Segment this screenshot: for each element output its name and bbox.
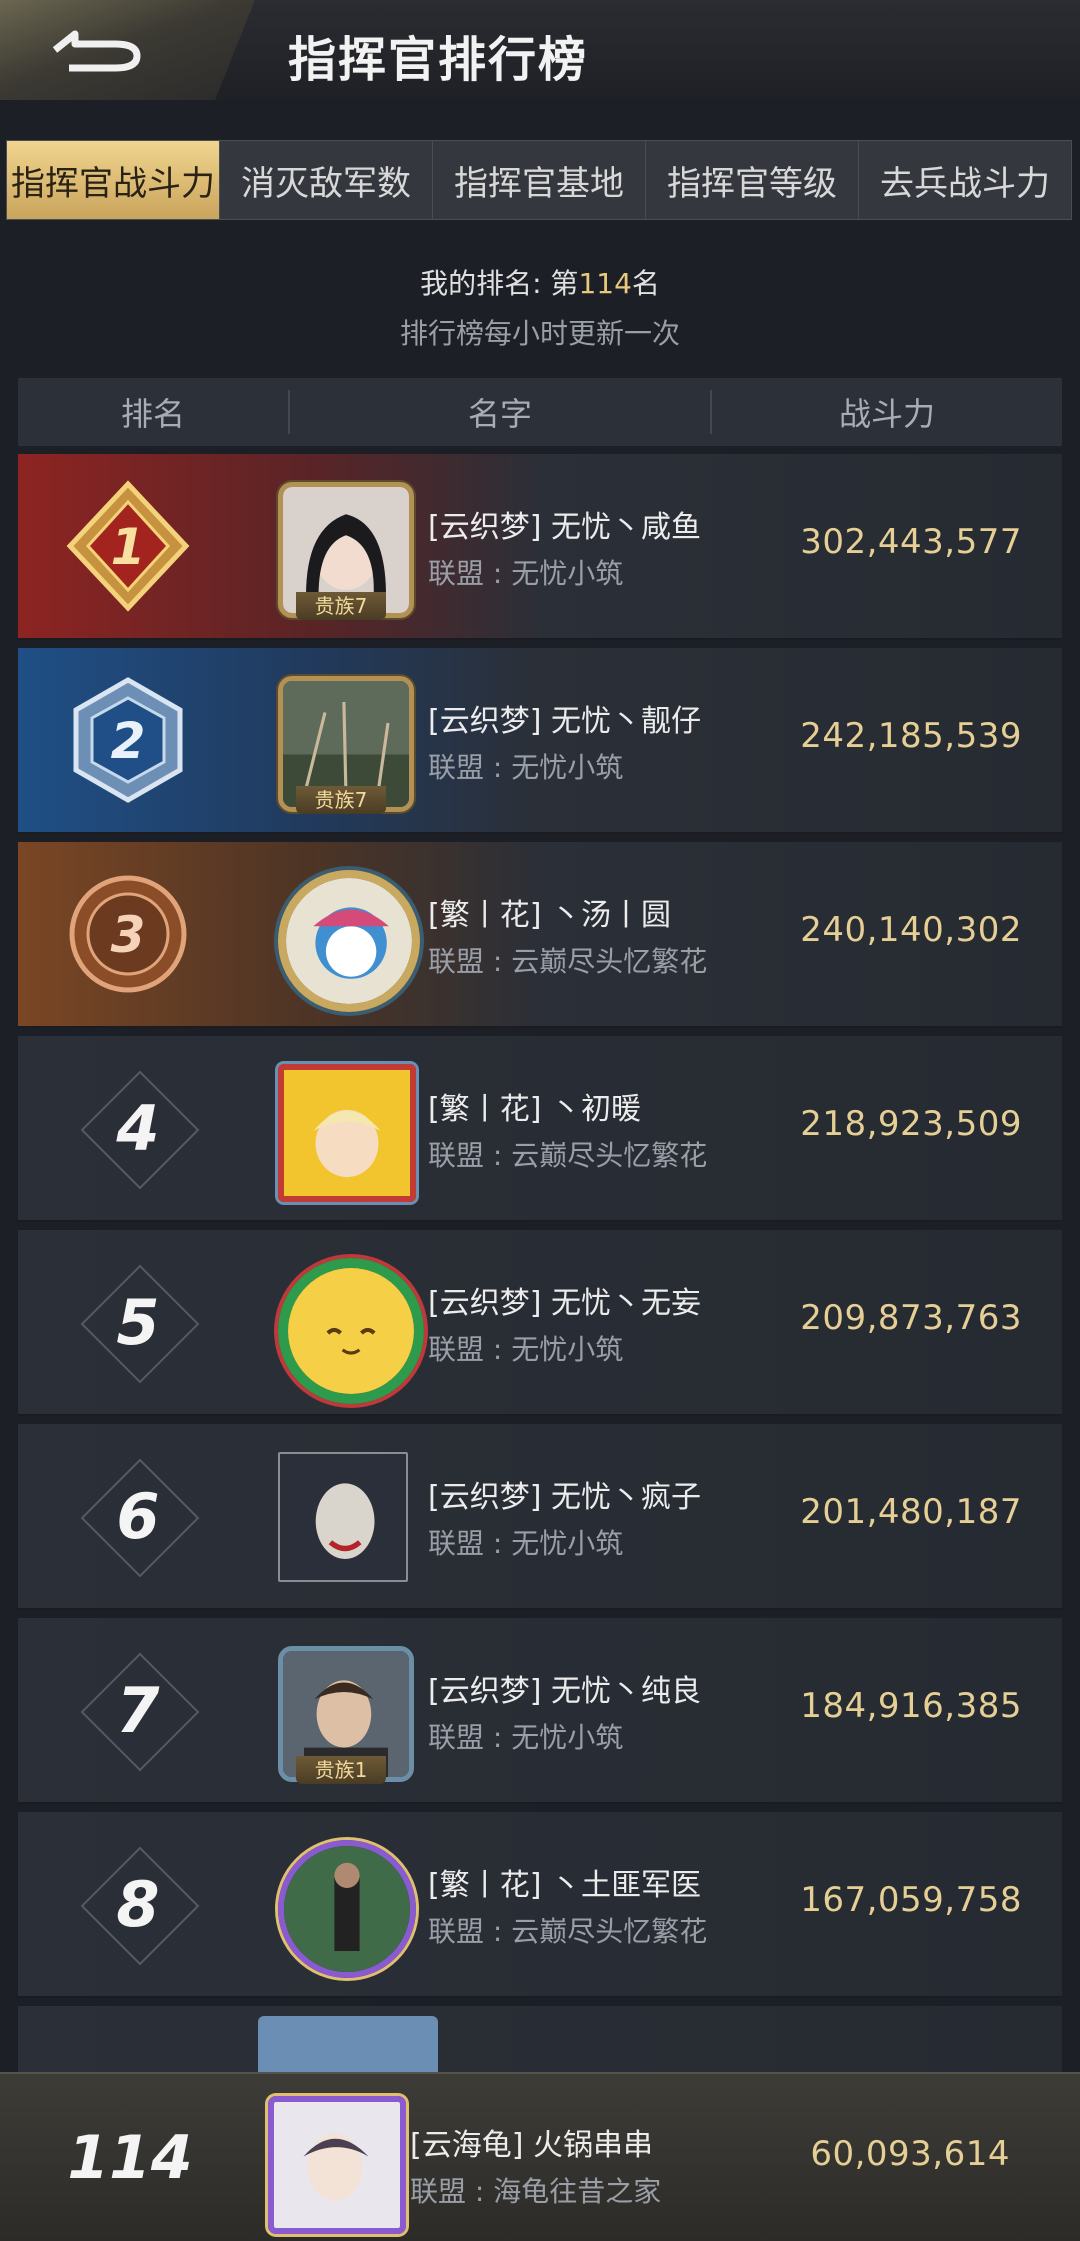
my-name: [云海龟] 火锅串串: [410, 2128, 653, 2163]
player-power: 240,140,302: [800, 910, 1022, 950]
player-name: [云织梦] 无忧丶纯良: [428, 1674, 701, 1709]
noble-tag: 贵族7: [296, 592, 386, 620]
rank-number-text: 8: [116, 1867, 160, 1941]
avatar-frame: [278, 1452, 408, 1582]
rank-3-medal-icon: 3: [69, 875, 187, 993]
player-name: [云织梦] 无忧丶疯子: [428, 1480, 701, 1515]
ranking-row[interactable]: 1 贵族7 [云织梦] 无忧丶咸鱼 联盟 : 无忧小筑 302,443,577: [18, 454, 1062, 640]
rank-number-text: 6: [116, 1479, 160, 1553]
player-name: [云织梦] 无忧丶咸鱼: [428, 510, 701, 545]
my-rank-number-text: 114: [67, 2123, 193, 2193]
column-power: 战斗力: [838, 395, 935, 433]
player-power: 242,185,539: [800, 716, 1022, 756]
ranking-row[interactable]: 3 [繁丨花] 丶汤丨圆 联盟 : 云巅尽头忆繁花 240,140,302: [18, 842, 1062, 1028]
player-alliance: 联盟 : 无忧小筑: [428, 1721, 624, 1754]
player-alliance: 联盟 : 无忧小筑: [428, 557, 624, 590]
player-power: 184,916,385: [800, 1686, 1022, 1726]
player-power: 302,443,577: [800, 522, 1022, 562]
player-power: 209,873,763: [800, 1298, 1022, 1338]
player-name: [繁丨花] 丶汤丨圆: [428, 898, 671, 933]
page-title: 指挥官排行榜: [288, 32, 589, 88]
rank-number-text: 7: [116, 1673, 160, 1747]
rank-number: 4: [58, 1066, 218, 1190]
ranking-row[interactable]: 2 贵族7 [云织梦] 无忧丶靓仔 联盟 : 无忧小筑 242,185,539: [18, 648, 1062, 834]
player-alliance: 联盟 : 云巅尽头忆繁花: [428, 1915, 708, 1948]
avatar-image: [274, 2102, 400, 2228]
avatar-frame: [278, 1840, 416, 1978]
avatar-frame: [268, 2096, 406, 2234]
player-name: [云织梦] 无忧丶无妄: [428, 1286, 701, 1321]
avatar-frame: [278, 870, 420, 1012]
player-avatar[interactable]: [266, 1052, 416, 1202]
svg-text:3: 3: [111, 906, 146, 964]
player-alliance: 联盟 : 无忧小筑: [428, 751, 624, 784]
my-alliance: 联盟 : 海龟往昔之家: [410, 2175, 662, 2208]
player-avatar[interactable]: [266, 1828, 416, 1978]
column-rank: 排名: [120, 395, 185, 433]
noble-tag: 贵族7: [296, 786, 386, 814]
rank-number-text: 5: [116, 1285, 160, 1359]
my-power: 60,093,614: [810, 2134, 1010, 2174]
rank-number: 5: [58, 1260, 218, 1384]
player-name: [繁丨花] 丶土匪军医: [428, 1868, 701, 1903]
avatar-frame: [278, 1258, 424, 1404]
column-name: 名字: [467, 395, 532, 433]
avatar-image: [284, 1846, 410, 1972]
noble-tag: 贵族1: [296, 1756, 386, 1784]
svg-text:1: 1: [111, 518, 146, 576]
ranking-row[interactable]: 4 [繁丨花] 丶初暖 联盟 : 云巅尽头忆繁花 218,923,509: [18, 1036, 1062, 1222]
ranking-row[interactable]: 6 [云织梦] 无忧丶疯子 联盟 : 无忧小筑 201,480,187: [18, 1424, 1062, 1610]
rank-number: 7: [58, 1648, 218, 1772]
rank-2-medal-icon: 2: [73, 677, 183, 803]
player-alliance: 联盟 : 云巅尽头忆繁花: [428, 945, 708, 978]
player-avatar[interactable]: 贵族1: [266, 1634, 416, 1784]
tab-troopless-power[interactable]: 去兵战斗力: [859, 141, 1071, 219]
player-avatar[interactable]: [266, 858, 420, 1012]
tab-enemies-killed[interactable]: 消灭敌军数: [220, 141, 433, 219]
player-name: [云织梦] 无忧丶靓仔: [428, 704, 701, 739]
ranking-row-partial[interactable]: [18, 2006, 1062, 2078]
avatar-image: [286, 878, 412, 1004]
rank-number-text: 4: [116, 1091, 160, 1165]
avatar-image: [280, 1454, 406, 1580]
avatar-image: [284, 1070, 410, 1196]
rank-number: 6: [58, 1454, 218, 1578]
player-power: 218,923,509: [800, 1104, 1022, 1144]
my-rank-bar[interactable]: 114 [云海龟] 火锅串串 联盟 : 海龟往昔之家 60,093,614: [0, 2072, 1080, 2241]
svg-text:2: 2: [111, 712, 146, 770]
player-alliance: 联盟 : 云巅尽头忆繁花: [428, 1139, 708, 1172]
rank-1-medal-icon: 1: [66, 480, 190, 612]
tab-commander-level[interactable]: 指挥官等级: [646, 141, 859, 219]
tab-commander-base[interactable]: 指挥官基地: [433, 141, 646, 219]
my-avatar[interactable]: [256, 2084, 406, 2234]
player-power: 167,059,758: [800, 1880, 1022, 1920]
my-rank-value: 114: [578, 267, 632, 300]
player-avatar[interactable]: [266, 1246, 424, 1404]
player-alliance: 联盟 : 无忧小筑: [428, 1527, 624, 1560]
tab-commander-power[interactable]: 指挥官战斗力: [7, 141, 220, 219]
player-avatar[interactable]: [266, 1440, 416, 1590]
ranking-row[interactable]: 8 [繁丨花] 丶土匪军医 联盟 : 云巅尽头忆繁花 167,059,758: [18, 1812, 1062, 1998]
tab-bar: 指挥官战斗力 消灭敌军数 指挥官基地 指挥官等级 去兵战斗力: [6, 140, 1072, 220]
my-rank-suffix: 名: [631, 267, 660, 300]
ranking-row[interactable]: 7 贵族1 [云织梦] 无忧丶纯良 联盟 : 无忧小筑 184,916,385: [18, 1618, 1062, 1804]
my-rank-number: 114: [30, 2096, 230, 2220]
rank-number: 8: [58, 1842, 218, 1966]
player-name: [繁丨花] 丶初暖: [428, 1092, 641, 1127]
player-alliance: 联盟 : 无忧小筑: [428, 1333, 624, 1366]
back-button[interactable]: [0, 0, 255, 100]
avatar-image: [288, 1268, 414, 1394]
back-arrow-icon: [52, 30, 141, 72]
player-avatar[interactable]: 贵族7: [266, 664, 416, 814]
avatar-frame: [278, 1064, 416, 1202]
player-avatar[interactable]: 贵族7: [266, 470, 416, 620]
column-header: 排名 名字 战斗力: [18, 378, 1062, 446]
player-power: 201,480,187: [800, 1492, 1022, 1532]
ranking-row[interactable]: 5 [云织梦] 无忧丶无妄 联盟 : 无忧小筑 209,873,763: [18, 1230, 1062, 1416]
header-bar: 指挥官排行榜: [0, 0, 1080, 100]
my-rank-prefix: 我的排名: 第: [420, 267, 579, 300]
update-note: 排行榜每小时更新一次: [399, 317, 680, 350]
avatar-frame-partial: [258, 2016, 438, 2076]
my-rank-text: 我的排名: 第114名: [0, 262, 1080, 302]
